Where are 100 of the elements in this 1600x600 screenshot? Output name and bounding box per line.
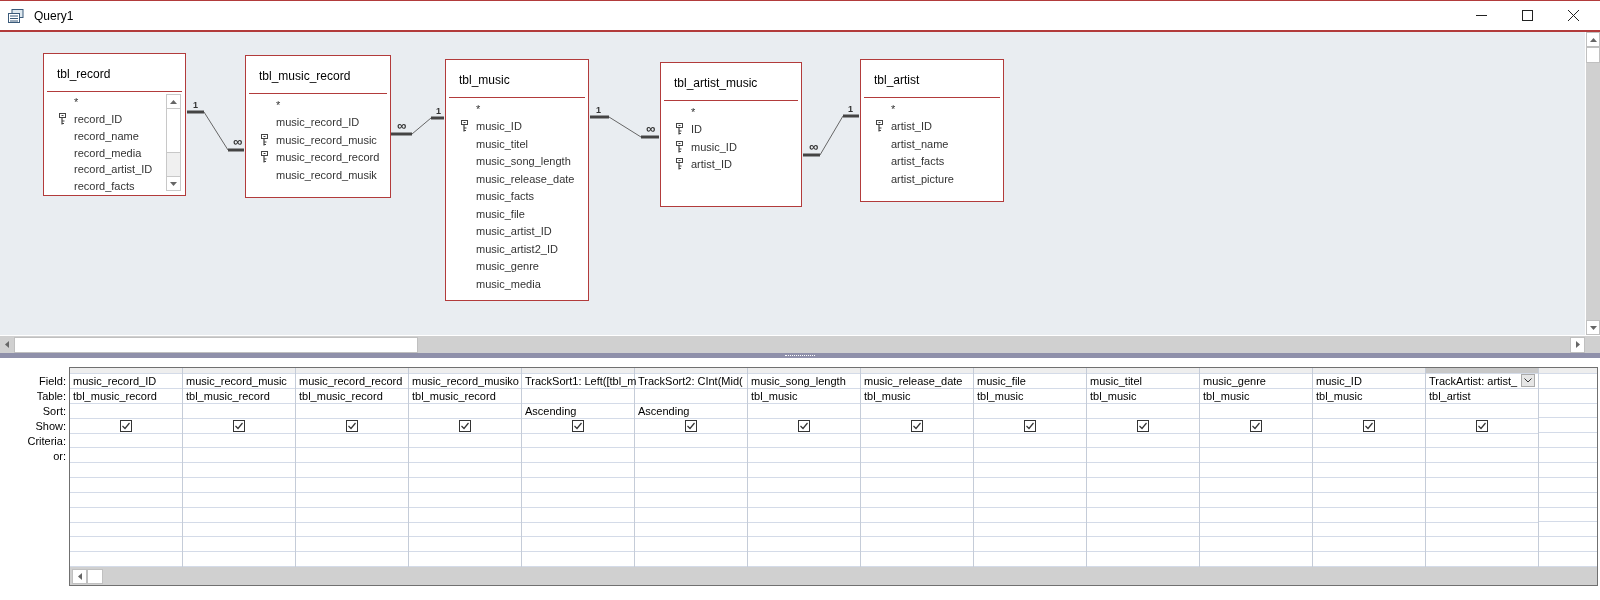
checkbox[interactable] — [1024, 419, 1036, 432]
vertical-scrollbar[interactable] — [1585, 32, 1600, 335]
checkbox[interactable] — [1363, 419, 1375, 432]
field-cell[interactable]: music_file — [977, 372, 1026, 390]
table-cell[interactable]: tbl_music_record — [299, 387, 383, 405]
field-name[interactable]: music_file — [476, 205, 525, 222]
field-cell[interactable]: music_release_date — [864, 372, 963, 390]
scroll-left-button[interactable] — [72, 568, 87, 584]
table-cell[interactable]: tbl_music — [751, 387, 798, 405]
field-cell[interactable]: music_ID — [1316, 372, 1362, 390]
triangle-right-icon — [1575, 341, 1580, 348]
field-cell[interactable]: TrackArtist: artist_ — [1429, 372, 1518, 390]
field-name[interactable]: * — [74, 94, 79, 111]
field-name[interactable]: ID — [691, 121, 702, 138]
field-name[interactable]: music_facts — [476, 188, 535, 205]
field-name[interactable]: * — [476, 100, 481, 117]
field-name[interactable]: artist_picture — [891, 170, 954, 187]
field-cell[interactable]: music_record_ID — [73, 372, 157, 390]
checkbox[interactable] — [685, 419, 697, 432]
table-cell[interactable]: tbl_music — [864, 387, 911, 405]
scrollbar[interactable] — [166, 94, 181, 191]
field-name[interactable]: music_ID — [476, 118, 522, 135]
field-cell[interactable]: music_song_length — [751, 372, 846, 390]
field-name[interactable]: music_titel — [476, 135, 528, 152]
field-name[interactable]: music_record_record — [276, 149, 380, 166]
field-name[interactable]: music_ID — [691, 138, 737, 155]
scroll-thumb[interactable] — [167, 109, 180, 153]
scroll-thumb[interactable] — [14, 336, 418, 353]
table-cell[interactable]: tbl_music — [1316, 387, 1363, 405]
table-cell[interactable]: tbl_artist — [1429, 387, 1471, 405]
sort-cell[interactable]: Ascending — [638, 402, 690, 419]
checkbox[interactable] — [911, 419, 923, 432]
horizontal-scrollbar[interactable] — [70, 567, 1597, 585]
table-cell[interactable]: tbl_music — [1203, 387, 1250, 405]
field-name[interactable]: music_song_length — [476, 153, 571, 170]
horizontal-scrollbar[interactable] — [0, 336, 1585, 353]
field-name[interactable]: record_ID — [74, 111, 123, 128]
table-box[interactable]: tbl_music * music_ID music_titel music_song_length music_release_date music_facts music_file music_artist_ID music_artist2_ID music_genre music_media — [445, 59, 589, 301]
field-name[interactable]: music_artist_ID — [476, 223, 552, 240]
field-name[interactable]: artist_ID — [891, 118, 932, 135]
dropdown-button[interactable] — [1521, 374, 1535, 388]
field-cell[interactable]: music_record_musiko — [412, 372, 519, 390]
field-name[interactable]: music_record_music — [276, 131, 377, 148]
chevron-down-icon — [1524, 378, 1532, 384]
cardinality-label: 1 — [596, 105, 601, 115]
checkbox[interactable] — [233, 419, 245, 432]
table-box[interactable]: tbl_record * record_ID record_name record_media record_artist_ID record_facts — [43, 53, 186, 196]
table-cell[interactable]: tbl_music — [977, 387, 1024, 405]
row-label: Criteria: — [27, 434, 66, 450]
query-grid[interactable] — [69, 367, 1598, 586]
field-name[interactable]: artist_name — [891, 135, 949, 152]
field-name[interactable]: music_release_date — [476, 170, 575, 187]
table-cell[interactable]: tbl_music — [1090, 387, 1137, 405]
field-name[interactable]: music_artist2_ID — [476, 240, 558, 257]
key-icon — [59, 113, 66, 126]
checkbox[interactable] — [572, 419, 584, 432]
cardinality-label: 1 — [193, 100, 198, 110]
field-name[interactable]: music_record_musik — [276, 166, 377, 183]
field-name[interactable]: * — [691, 103, 696, 120]
sort-cell[interactable]: Ascending — [525, 402, 577, 419]
field-cell[interactable]: music_record_music — [186, 372, 287, 390]
field-name[interactable]: artist_facts — [891, 153, 945, 170]
field-name[interactable]: music_genre — [476, 258, 539, 275]
field-cell[interactable]: TrackSort1: Left([tbl_m — [525, 372, 637, 390]
scroll-down-button[interactable] — [167, 176, 180, 190]
field-name[interactable]: artist_ID — [691, 156, 732, 173]
field-name[interactable]: * — [891, 100, 896, 117]
scroll-up-button[interactable] — [1586, 32, 1600, 47]
field-name[interactable]: music_media — [476, 275, 541, 292]
scroll-down-button[interactable] — [1586, 320, 1600, 335]
table-cell[interactable]: tbl_music_record — [73, 387, 157, 405]
field-name[interactable]: music_record_ID — [276, 114, 360, 131]
triangle-up-icon — [170, 99, 177, 104]
checkbox[interactable] — [1476, 419, 1488, 432]
field-name[interactable]: record_media — [74, 144, 142, 162]
row-label: Show: — [35, 419, 66, 435]
checkbox[interactable] — [798, 419, 810, 432]
table-box[interactable]: tbl_artist_music * ID music_ID artist_ID — [660, 62, 802, 207]
triangle-left-icon — [5, 341, 9, 348]
table-box[interactable]: tbl_music_record * music_record_ID music_record_music music_record_record music_record_musik — [245, 55, 391, 198]
scroll-right-button[interactable] — [1570, 336, 1585, 353]
table-cell[interactable]: tbl_music_record — [412, 387, 496, 405]
field-cell[interactable]: music_titel — [1090, 372, 1142, 390]
field-cell[interactable]: music_record_record — [299, 372, 403, 390]
checkbox[interactable] — [459, 419, 471, 432]
scroll-up-button[interactable] — [167, 95, 180, 109]
checkbox[interactable] — [1250, 419, 1262, 432]
scroll-thumb[interactable] — [87, 568, 103, 584]
field-cell[interactable]: TrackSort2: CInt(Mid( — [638, 372, 743, 390]
field-name[interactable]: record_facts — [74, 178, 135, 195]
field-name[interactable]: record_name — [74, 127, 139, 145]
field-name[interactable]: * — [276, 96, 281, 113]
table-box[interactable]: tbl_artist * artist_ID artist_name artist_facts artist_picture — [860, 59, 1004, 202]
checkbox[interactable] — [120, 419, 132, 432]
scroll-thumb[interactable] — [1586, 47, 1600, 63]
table-cell[interactable]: tbl_music_record — [186, 387, 270, 405]
field-name[interactable]: record_artist_ID — [74, 161, 153, 178]
field-cell[interactable]: music_genre — [1203, 372, 1266, 390]
checkbox[interactable] — [1137, 419, 1149, 432]
checkbox[interactable] — [346, 419, 358, 432]
